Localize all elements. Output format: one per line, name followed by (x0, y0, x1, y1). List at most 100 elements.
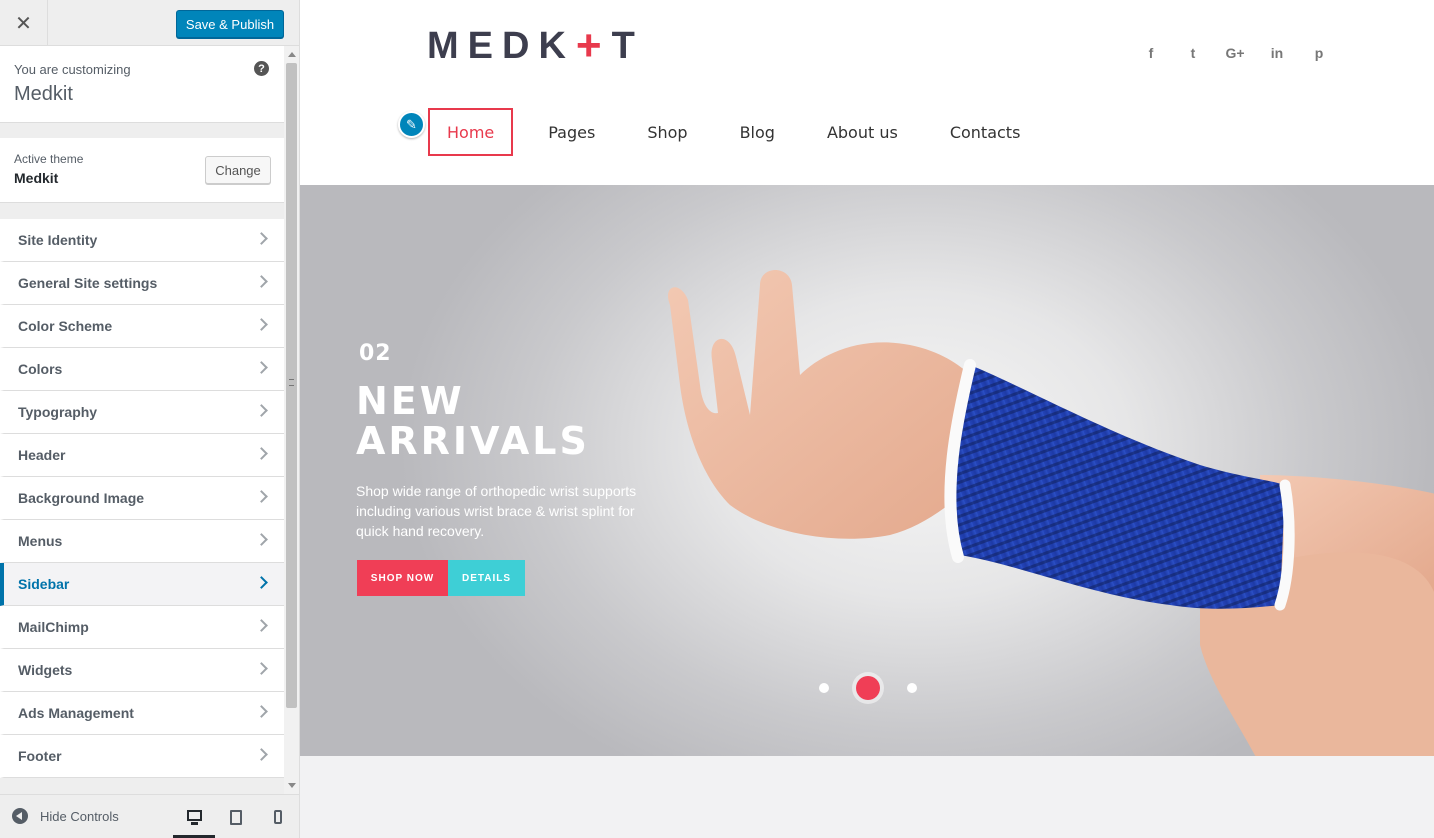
scroll-down-arrow-icon[interactable] (288, 783, 296, 788)
device-desktop-button[interactable] (173, 795, 215, 838)
slide-description: Shop wide range of orthopedic wrist supp… (356, 483, 637, 539)
chevron-right-icon (255, 361, 268, 374)
section-header[interactable]: Header (0, 434, 284, 477)
scroll-up-arrow-icon[interactable] (288, 52, 296, 57)
section-label: Footer (18, 748, 62, 764)
section-color-scheme[interactable]: Color Scheme (0, 305, 284, 348)
tablet-icon (230, 809, 242, 825)
section-ads-management[interactable]: Ads Management (0, 692, 284, 735)
nav-about-us[interactable]: About us (810, 108, 915, 156)
logo-text: MEDK (427, 24, 575, 67)
shop-now-button[interactable]: SHOP NOW (357, 560, 448, 596)
slider-dot[interactable] (907, 683, 917, 693)
close-icon[interactable]: ✕ (0, 0, 48, 46)
facebook-icon[interactable]: f (1130, 45, 1172, 61)
twitter-icon[interactable]: t (1172, 45, 1214, 61)
slide-title-line: NEW (356, 379, 465, 423)
scrollbar-thumb[interactable] (286, 63, 297, 708)
desktop-icon (186, 809, 202, 825)
section-background-image[interactable]: Background Image (0, 477, 284, 520)
section-label: Background Image (18, 490, 145, 506)
section-label: Site Identity (18, 232, 98, 248)
nav-shop[interactable]: Shop (630, 108, 704, 156)
edit-menu-pencil-icon[interactable]: ✎ (398, 111, 425, 138)
site-logo[interactable]: MEDK + T (427, 21, 644, 71)
section-label: Sidebar (18, 576, 70, 592)
google-plus-icon[interactable]: G+ (1214, 45, 1256, 61)
chevron-right-icon (255, 533, 268, 546)
panel-scrollbar[interactable] (284, 46, 299, 794)
customizer-header: ✕ Save & Publish (0, 0, 299, 46)
nav-pages[interactable]: Pages (531, 108, 612, 156)
chevron-right-icon (255, 318, 268, 331)
section-label: Color Scheme (18, 318, 113, 334)
save-publish-button[interactable]: Save & Publish (176, 10, 284, 38)
chevron-right-icon (255, 232, 268, 245)
mobile-icon (274, 810, 282, 824)
nav-home[interactable]: Home (428, 108, 514, 156)
help-icon[interactable]: ? (254, 61, 269, 76)
customizing-label: You are customizing (14, 62, 131, 77)
customizer-sidebar: ✕ Save & Publish You are customizing Med… (0, 0, 300, 838)
hide-controls-label: Hide Controls (40, 808, 119, 824)
logo-cross-icon: + (575, 21, 611, 70)
linkedin-icon[interactable]: in (1256, 45, 1298, 61)
social-links: f t G+ in p (1130, 45, 1340, 61)
slide-number: 02 (359, 341, 392, 366)
nav-contacts[interactable]: Contacts (933, 108, 1038, 156)
section-menus[interactable]: Menus (0, 520, 284, 563)
section-colors[interactable]: Colors (0, 348, 284, 391)
site-preview: MEDK + T f t G+ in p ✎ Home Pages Shop Blo… (300, 0, 1434, 838)
section-general-site-settings[interactable]: General Site settings (0, 262, 284, 305)
section-label: Colors (18, 361, 63, 377)
content-area (300, 756, 1434, 838)
active-theme-section: Active theme Medkit Change (0, 123, 284, 203)
chevron-right-icon (255, 619, 268, 632)
section-site-identity[interactable]: Site Identity (0, 219, 284, 262)
customizer-panel: You are customizing Medkit ? Active them… (0, 46, 284, 794)
chevron-right-icon (255, 447, 268, 460)
chevron-right-icon (255, 404, 268, 417)
section-label: Typography (18, 404, 98, 420)
slide-title-line: ARRIVALS (356, 419, 590, 463)
device-mobile-button[interactable] (257, 795, 299, 838)
chevron-right-icon (255, 490, 268, 503)
details-button[interactable]: DETAILS (448, 560, 525, 596)
chevron-right-icon (255, 662, 268, 675)
nav-blog[interactable]: Blog (723, 108, 792, 156)
chevron-right-icon (255, 705, 268, 718)
change-theme-button[interactable]: Change (205, 156, 271, 184)
section-widgets[interactable]: Widgets (0, 649, 284, 692)
slider-dot-active[interactable] (852, 672, 884, 704)
section-sidebar[interactable]: Sidebar (0, 563, 284, 606)
hide-controls-button[interactable]: Hide Controls (12, 808, 119, 824)
hero-slider: 02 NEW ARRIVALS Shop wide range of ortho… (300, 185, 1434, 756)
pinterest-icon[interactable]: p (1298, 45, 1340, 61)
chevron-right-icon (255, 748, 268, 761)
chevron-right-icon (255, 576, 268, 589)
section-mailchimp[interactable]: MailChimp (0, 606, 284, 649)
hand-wrist-support-image (667, 270, 1434, 756)
active-theme-label: Active theme (14, 152, 84, 166)
customizer-footer: Hide Controls (0, 794, 299, 838)
slide-title: NEW ARRIVALS (356, 381, 590, 461)
site-title: Medkit (14, 83, 73, 105)
active-theme-name: Medkit (14, 170, 59, 186)
section-label: General Site settings (18, 275, 158, 291)
section-label: Header (18, 447, 66, 463)
device-tablet-button[interactable] (215, 795, 257, 838)
section-label: Widgets (18, 662, 73, 678)
customizing-info: You are customizing Medkit ? (0, 46, 284, 123)
main-navigation: Home Pages Shop Blog About us Contacts (428, 108, 1055, 156)
section-typography[interactable]: Typography (0, 391, 284, 434)
section-footer[interactable]: Footer (0, 735, 284, 778)
chevron-right-icon (255, 275, 268, 288)
grip-icon (289, 379, 294, 386)
collapse-arrow-icon (12, 808, 28, 824)
section-label: Ads Management (18, 705, 134, 721)
slider-dot[interactable] (819, 683, 829, 693)
section-label: MailChimp (18, 619, 89, 635)
section-label: Menus (18, 533, 63, 549)
logo-text-end: T (611, 24, 644, 67)
customizer-sections: Site Identity General Site settings Colo… (0, 219, 284, 778)
